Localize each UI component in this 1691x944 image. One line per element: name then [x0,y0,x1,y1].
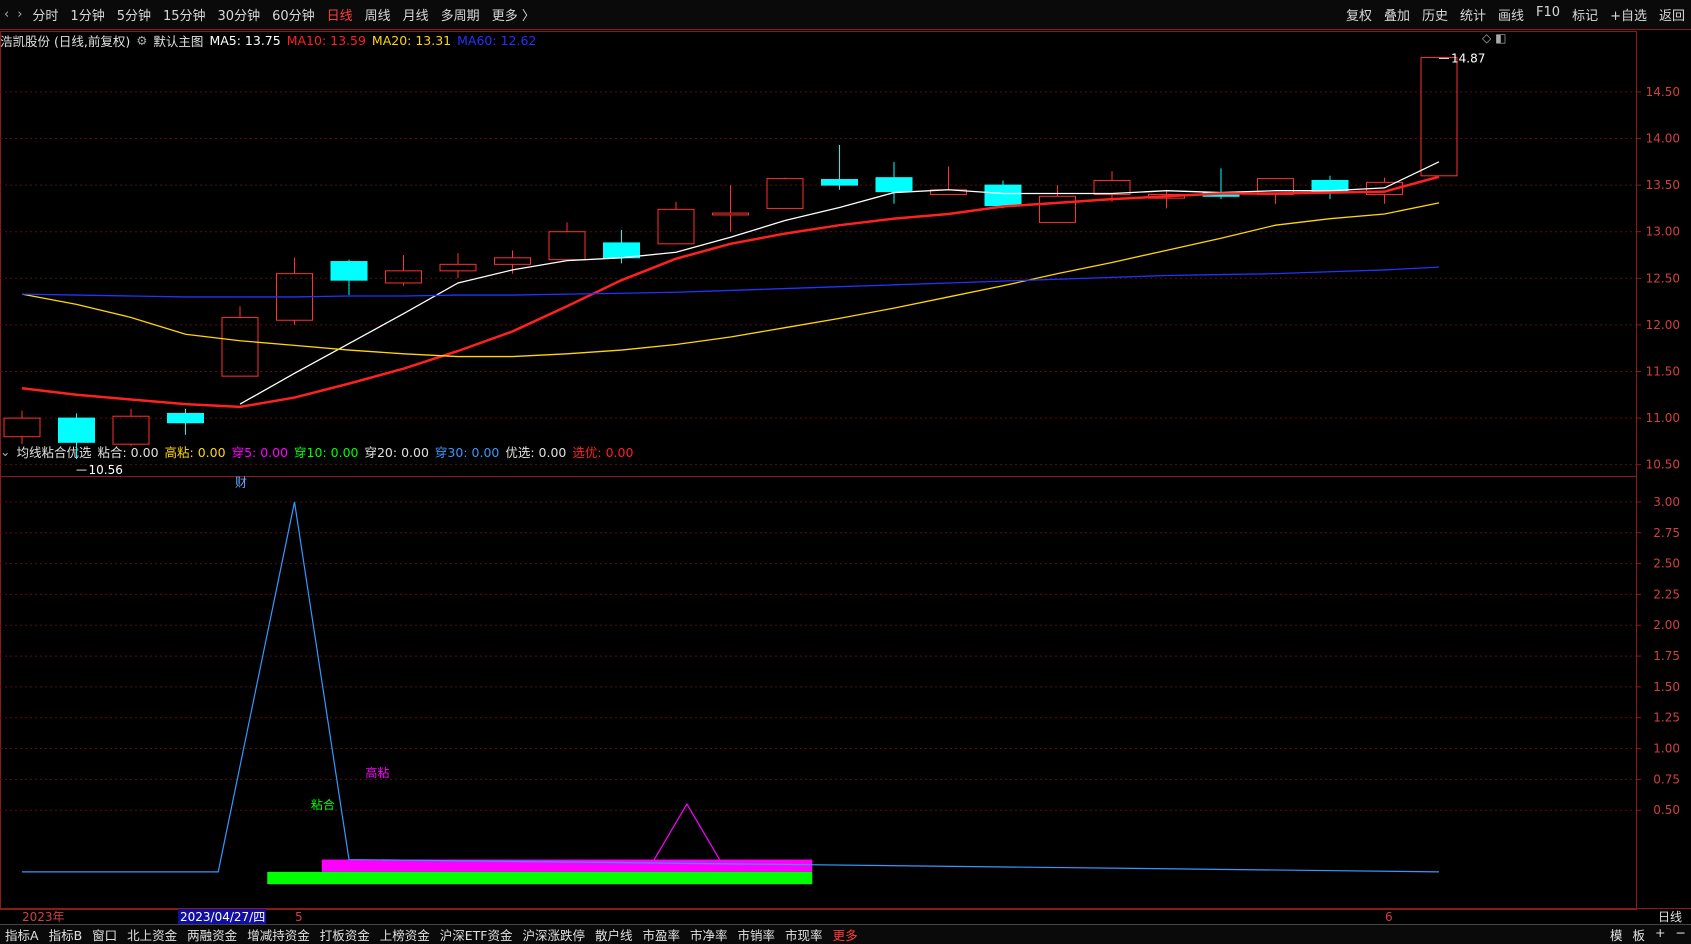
candle-body-26 [1420,56,1458,177]
candle-14 [766,177,804,209]
bottom-tab-15[interactable]: 更多 [828,925,863,944]
candle-body-2 [112,415,150,445]
candle-body-18 [984,184,1022,207]
candle-3 [167,408,204,435]
candle-body-11 [603,242,640,259]
chart-canvas[interactable]: 14.50 14.00 13.50 13.00 12.50 12.00 11.50 11.00… [0,0,1691,944]
signal-bar-粘合 [267,871,813,885]
bottom-control-2[interactable]: + [1650,925,1670,944]
main-tick-label-8: 10.50 [1646,458,1680,472]
candle-body-4 [221,316,259,377]
sub-tick-label-3: 2.25 [1653,587,1680,601]
bottom-control-3[interactable]: − [1671,925,1691,944]
chart-frame [0,31,1637,910]
x-axis-label-2: 5 [295,910,303,924]
bottom-tab-3[interactable]: 北上资金 [122,925,182,944]
indicator-text-0: 粘合 [311,797,335,812]
bottom-tab-9[interactable]: 沪深涨跌停 [517,925,590,944]
sub-tick-label-4: 2.00 [1653,618,1680,632]
main-tick-label-0: 14.50 [1646,85,1680,99]
bottom-tab-4[interactable]: 两融资金 [182,925,242,944]
event-marker-label: 财 [235,475,247,489]
bottom-tab-1[interactable]: 指标B [44,925,88,944]
bottom-tab-0[interactable]: 指标A [0,925,44,944]
bottom-tab-5[interactable]: 增减持资金 [242,925,315,944]
indicator-text-1: 高粘 [365,765,389,780]
candle-body-7 [385,270,422,284]
candle-body-10 [548,231,586,261]
bottom-tab-12[interactable]: 市净率 [685,925,733,944]
candle-21 [1148,189,1185,209]
candle-body-3 [167,412,204,424]
x-axis-label-1: 2023/04/27/四 [180,910,265,924]
candle-body-12 [657,208,695,245]
sub-tick-label-8: 1.00 [1653,742,1680,756]
bottom-tab-13[interactable]: 市销率 [733,925,781,944]
candle-24 [1311,175,1349,200]
bottom-tab-14[interactable]: 市现率 [780,925,828,944]
candle-15 [821,145,858,190]
bottom-tab-11[interactable]: 市盈率 [638,925,686,944]
candle-body-9 [494,257,531,265]
sub-tick-label-7: 1.25 [1653,711,1680,725]
main-tick-label-1: 14.00 [1646,132,1680,146]
sub-tick-label-5: 1.75 [1653,649,1680,663]
candle-body-6 [330,261,368,281]
bottom-tab-6[interactable]: 打板资金 [315,925,375,944]
bottom-tab-7[interactable]: 上榜资金 [375,925,435,944]
candle-13 [712,185,749,232]
main-tick-label-7: 11.00 [1646,411,1680,425]
bottom-tabbar: 指标A 指标B 窗口 北上资金 两融资金 增减持资金 打板资金 上榜资金 沪深ETF资金 沪深涨跌… [0,924,1691,944]
price-annotation-1: 14.87 [1451,51,1485,65]
x-axis-label-0: 2023年 [22,910,65,924]
sub-tick-label-9: 0.75 [1653,772,1680,786]
main-tick-label-4: 12.50 [1646,271,1680,285]
main-tick-label-2: 13.50 [1646,178,1680,192]
candle-body-0 [3,417,41,438]
candle-5 [276,257,313,325]
candle-body-16 [875,177,913,193]
candle-6 [330,259,368,296]
sub-tick-label-0: 3.00 [1653,495,1680,509]
main-tick-label-6: 11.50 [1646,364,1680,378]
indicator-line-1 [653,802,721,860]
candle-7 [385,255,422,286]
candle-2 [112,408,150,447]
ma-line-MA60 [21,266,1440,298]
candle-1 [58,413,95,460]
candle-8 [439,253,477,279]
candle-body-15 [821,179,858,186]
indicator-tabs: 指标A 指标B 窗口 北上资金 两融资金 增减持资金 打板资金 上榜资金 沪深ETF资金 沪深涨跌… [0,925,863,944]
candle-body-8 [439,263,477,272]
bottom-tab-2[interactable]: 窗口 [87,925,122,944]
sub-tick-label-2: 2.50 [1653,557,1680,571]
candle-body-14 [766,178,804,209]
main-tick-label-5: 12.00 [1646,318,1680,332]
price-annotation-0: 10.56 [89,463,123,477]
bottom-tab-8[interactable]: 沪深ETF资金 [435,925,518,944]
main-tick-label-3: 13.00 [1646,225,1680,239]
x-axis-label-3: 6 [1385,910,1393,924]
signal-bar-高粘 [321,859,813,872]
candle-18 [984,180,1022,209]
candle-body-1 [58,417,95,443]
bottom-control-0[interactable]: 模 [1605,925,1628,944]
x-axis-label-4: 日线 [1658,910,1682,924]
candle-12 [657,201,695,245]
candle-0 [3,410,41,445]
candle-body-19 [1039,195,1076,223]
candle-10 [548,222,586,261]
sub-tick-label-1: 2.75 [1653,526,1680,540]
bottom-control-1[interactable]: 板 [1628,925,1651,944]
candle-16 [875,161,913,204]
candle-body-13 [712,212,749,216]
candle-26 [1420,56,1458,177]
sub-tick-label-10: 0.50 [1653,803,1680,817]
bottom-controls: 模板 + − [1605,925,1691,944]
sub-tick-label-6: 1.50 [1653,680,1680,694]
bottom-tab-10[interactable]: 散户线 [590,925,638,944]
